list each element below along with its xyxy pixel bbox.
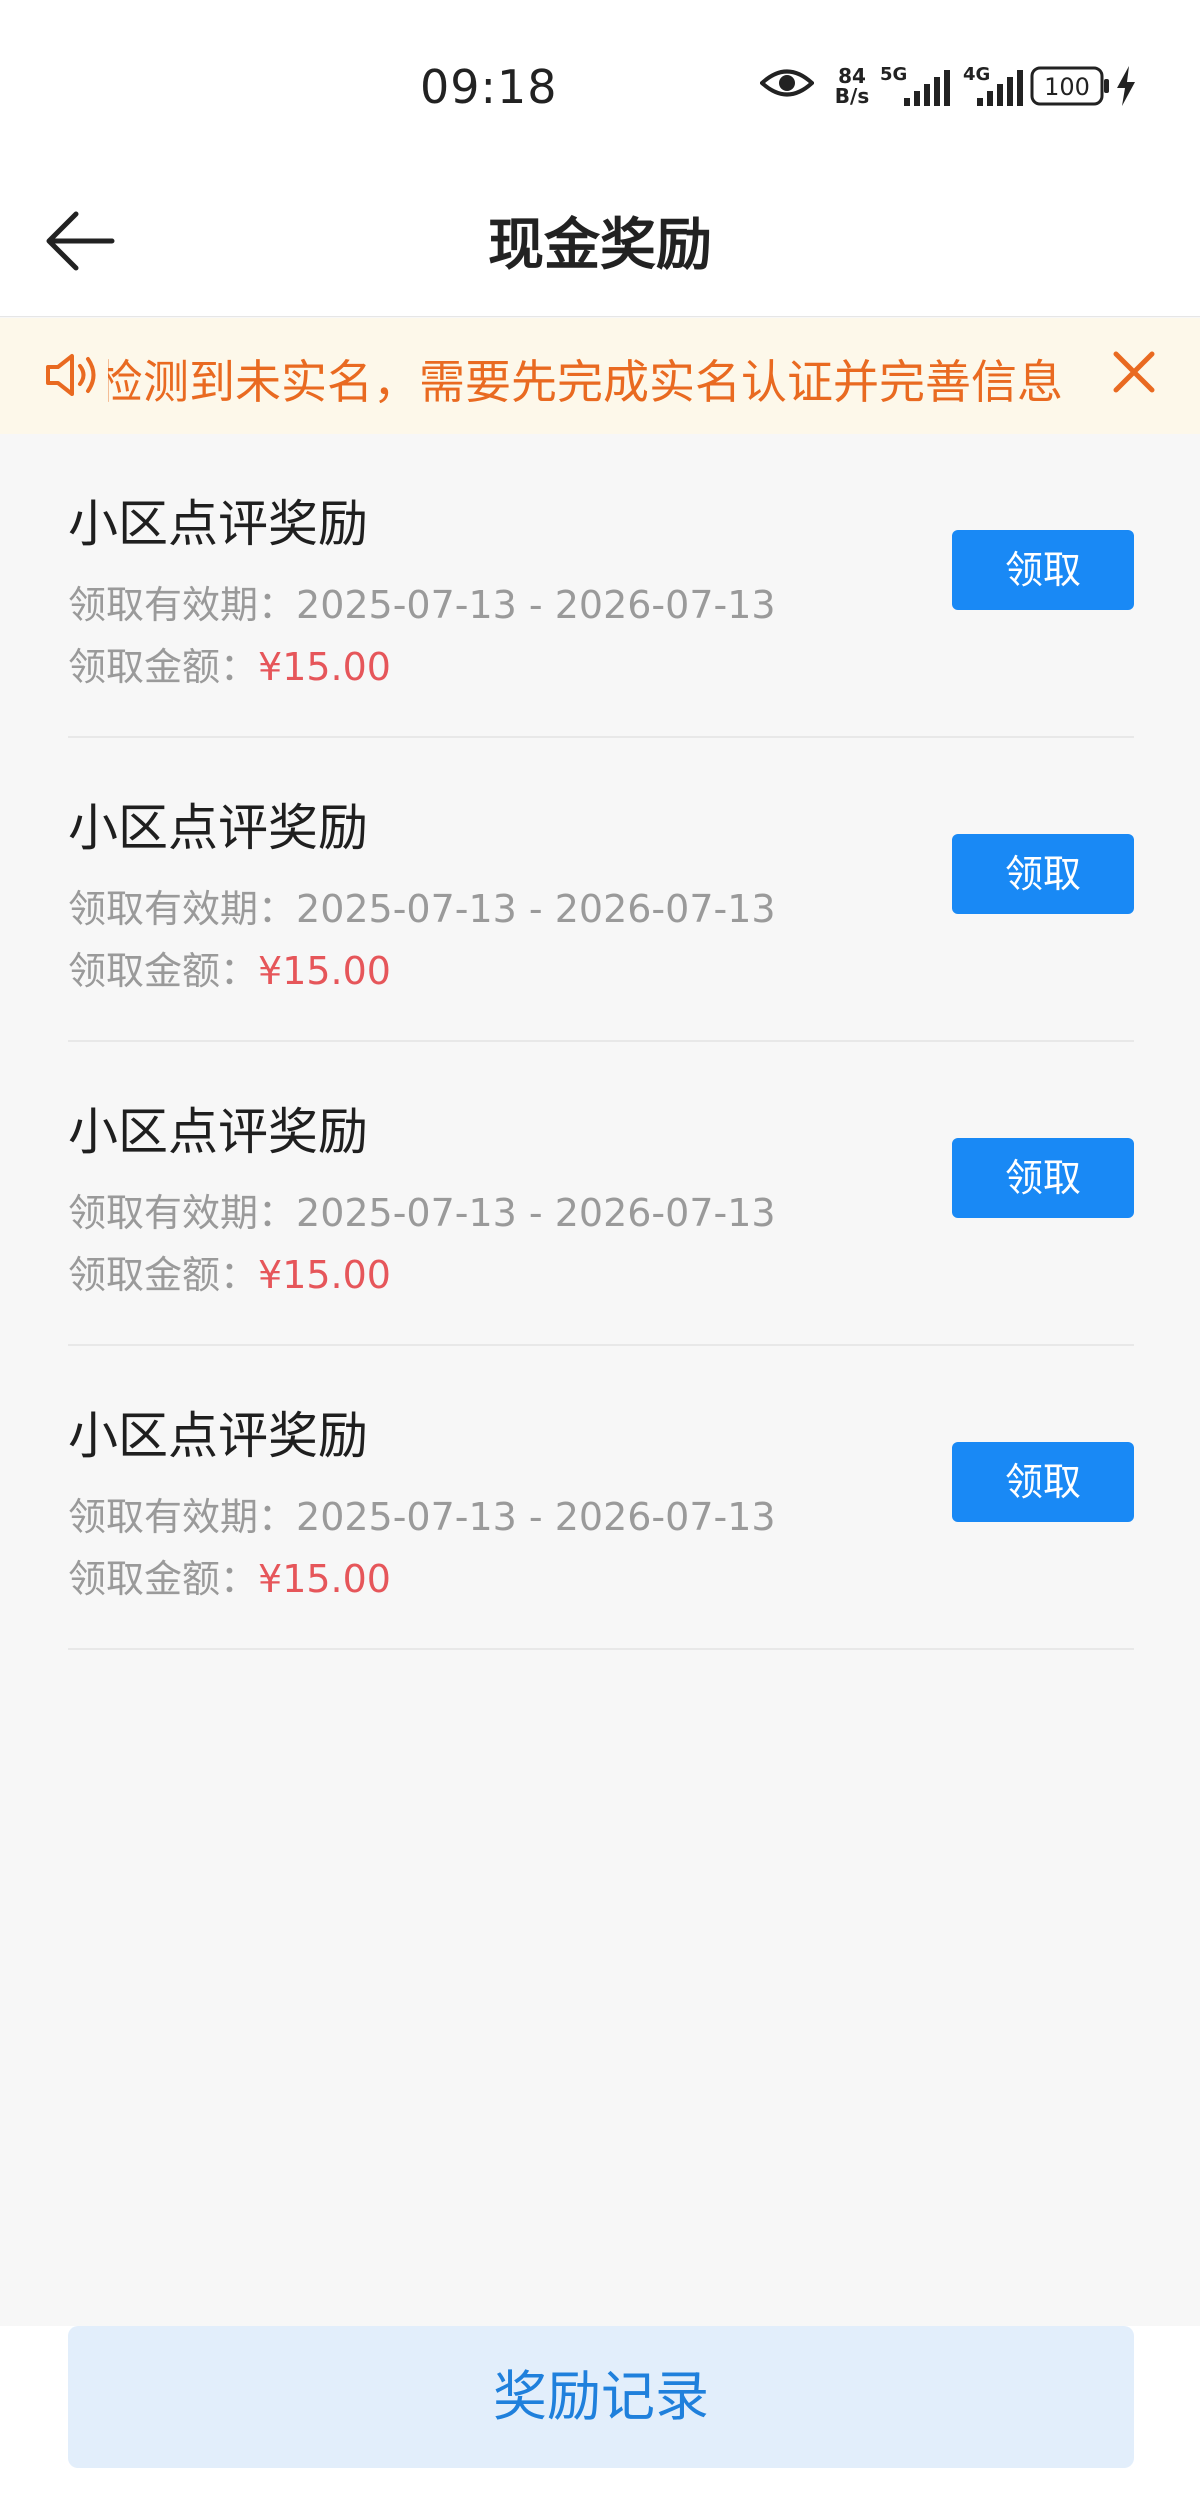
signal-5g-label: 5G (880, 64, 907, 85)
reward-title: 小区点评奖励 (68, 799, 368, 857)
signal-5g-icon: 5G (880, 64, 950, 106)
battery-icon: 100 (1030, 66, 1109, 106)
claim-button[interactable]: 领取 (952, 1442, 1134, 1522)
validity-period: 领取有效期：2025-07-13 - 2026-07-13 (68, 1191, 776, 1235)
battery-level: 100 (1044, 73, 1090, 101)
claim-button[interactable]: 领取 (952, 834, 1134, 914)
signal-4g-icon: 4G (963, 64, 1023, 106)
validity-period: 领取有效期：2025-07-13 - 2026-07-13 (68, 1495, 776, 1539)
list-item: 小区点评奖励 领取有效期：2025-07-13 - 2026-07-13 领取金… (68, 1042, 1134, 1346)
eye-icon (760, 69, 814, 97)
status-icons: 84 B/s 5G 4G 100 (760, 62, 1160, 112)
reward-list: 小区点评奖励 领取有效期：2025-07-13 - 2026-07-13 领取金… (68, 434, 1134, 1650)
validity-period: 领取有效期：2025-07-13 - 2026-07-13 (68, 583, 776, 627)
amount-value: ¥15.00 (258, 645, 391, 689)
reward-amount: 领取金额：¥15.00 (68, 1253, 391, 1297)
bottom-bar: 奖励记录 (0, 2326, 1200, 2496)
claim-button[interactable]: 领取 (952, 530, 1134, 610)
list-item: 小区点评奖励 领取有效期：2025-07-13 - 2026-07-13 领取金… (68, 434, 1134, 738)
notice-text: 检测到未实名，需要先完成实名认证并完善信息 (108, 355, 1063, 409)
list-item: 小区点评奖励 领取有效期：2025-07-13 - 2026-07-13 领取金… (68, 1346, 1134, 1650)
header: 现金奖励 (0, 170, 1200, 317)
page-title: 现金奖励 (488, 213, 712, 278)
reward-records-button[interactable]: 奖励记录 (68, 2326, 1134, 2468)
notice-marquee: 检测到未实名，需要先完成实名认证并完善信息 (108, 318, 1063, 434)
validity-period: 领取有效期：2025-07-13 - 2026-07-13 (68, 887, 776, 931)
close-icon[interactable] (1112, 350, 1156, 394)
signal-4g-label: 4G (963, 64, 990, 85)
amount-value: ¥15.00 (258, 1557, 391, 1601)
reward-title: 小区点评奖励 (68, 1103, 368, 1161)
charging-icon (1117, 66, 1135, 106)
amount-value: ¥15.00 (258, 949, 391, 993)
reward-title: 小区点评奖励 (68, 1407, 368, 1465)
claim-button[interactable]: 领取 (952, 1138, 1134, 1218)
amount-value: ¥15.00 (258, 1253, 391, 1297)
speaker-icon (46, 354, 96, 396)
net-speed: 84 B/s (834, 64, 870, 108)
list-item: 小区点评奖励 领取有效期：2025-07-13 - 2026-07-13 领取金… (68, 738, 1134, 1042)
reward-amount: 领取金额：¥15.00 (68, 1557, 391, 1601)
status-time: 09:18 (420, 60, 558, 114)
reward-amount: 领取金额：¥15.00 (68, 949, 391, 993)
reward-amount: 领取金额：¥15.00 (68, 645, 391, 689)
status-bar: 09:18 84 B/s 5G 4G 100 (0, 0, 1200, 170)
reward-title: 小区点评奖励 (68, 495, 368, 553)
notice-bar: 检测到未实名，需要先完成实名认证并完善信息 (0, 318, 1200, 434)
